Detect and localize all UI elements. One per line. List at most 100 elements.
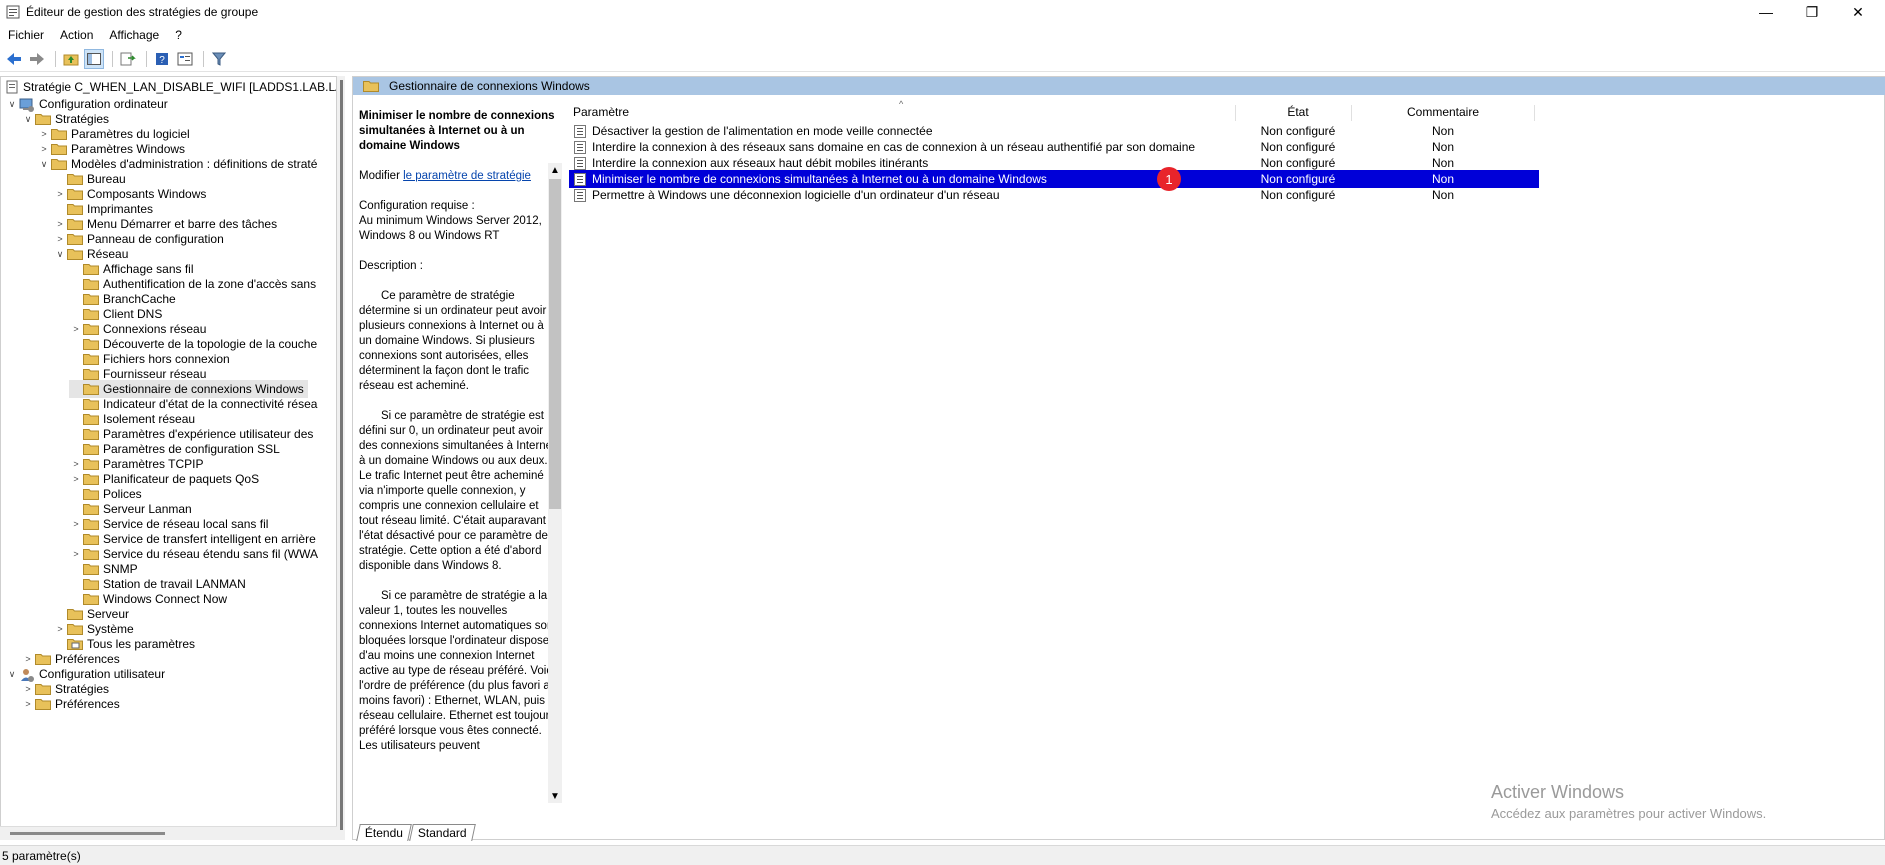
folder-icon xyxy=(51,128,67,140)
tree-item-label: Service de réseau local sans fil xyxy=(103,517,269,531)
policy-state: Non configuré xyxy=(1260,140,1336,154)
chevron-right-icon[interactable]: > xyxy=(37,129,51,139)
tree-item-label: Isolement réseau xyxy=(103,412,196,426)
folder-icon xyxy=(363,80,379,92)
policy-setting-icon xyxy=(574,124,586,138)
chevron-down-icon[interactable]: ▼ xyxy=(548,789,562,803)
up-level-button[interactable] xyxy=(61,49,81,69)
close-button[interactable]: ✕ xyxy=(1835,0,1881,24)
folder-icon xyxy=(83,368,99,380)
chevron-right-icon[interactable]: > xyxy=(69,519,83,529)
column-param[interactable]: Paramètre xyxy=(573,103,629,121)
export-list-button[interactable] xyxy=(118,49,138,69)
chevron-down-icon[interactable]: ∨ xyxy=(5,669,19,680)
maximize-button[interactable]: ❐ xyxy=(1789,0,1835,24)
folder-icon xyxy=(35,653,51,665)
back-button[interactable] xyxy=(4,49,24,69)
folder-icon xyxy=(67,203,83,215)
tree-item-label: Bureau xyxy=(87,172,126,186)
folder-icon xyxy=(67,608,83,620)
description-p1: Ce paramètre de stratégie détermine si u… xyxy=(359,290,547,392)
chevron-down-icon[interactable]: ∨ xyxy=(37,159,51,170)
tab-standard[interactable]: Standard xyxy=(409,824,476,841)
policy-state: Non configuré xyxy=(1260,156,1336,170)
chevron-right-icon[interactable]: > xyxy=(37,144,51,154)
tree-root-label: Stratégie C_WHEN_LAN_DISABLE_WIFI [LADDS… xyxy=(23,80,337,94)
menu-affichage[interactable]: Affichage xyxy=(101,28,167,42)
column-state[interactable]: État xyxy=(1249,103,1347,121)
tree-root[interactable]: Stratégie C_WHEN_LAN_DISABLE_WIFI [LADDS… xyxy=(5,78,337,96)
tree-item-label: Polices xyxy=(103,487,142,501)
chevron-right-icon[interactable]: > xyxy=(69,549,83,559)
chevron-right-icon[interactable]: > xyxy=(53,219,67,229)
chevron-up-icon[interactable]: ▲ xyxy=(548,163,562,177)
tab-etendu[interactable]: Étendu xyxy=(356,824,412,841)
edit-policy-link[interactable]: le paramètre de stratégie xyxy=(403,170,531,182)
computer-icon xyxy=(19,98,35,112)
column-divider[interactable] xyxy=(1351,105,1352,121)
chevron-down-icon[interactable]: ∨ xyxy=(53,249,67,260)
chevron-down-icon[interactable]: ∨ xyxy=(21,114,35,125)
tree-item-label: Station de travail LANMAN xyxy=(103,577,246,591)
description-scrollbar[interactable]: ▲ ▼ xyxy=(548,163,562,803)
chevron-right-icon[interactable]: > xyxy=(53,189,67,199)
details-pane: Gestionnaire de connexions Windows Minim… xyxy=(352,76,1885,841)
chevron-down-icon[interactable]: ∨ xyxy=(5,99,19,110)
chevron-right-icon[interactable]: > xyxy=(21,699,35,709)
minimize-button[interactable]: — xyxy=(1743,0,1789,24)
requirements: Configuration requise : Au minimum Window… xyxy=(359,199,559,244)
tree-horizontal-scrollbar[interactable] xyxy=(0,826,337,840)
help-button[interactable]: ? xyxy=(152,49,172,69)
column-divider[interactable] xyxy=(1534,105,1535,121)
scroll-thumb[interactable] xyxy=(340,80,343,830)
scroll-thumb[interactable] xyxy=(549,179,561,509)
folder-icon xyxy=(83,413,99,425)
sort-caret-icon: ^ xyxy=(899,99,904,109)
folder-icon xyxy=(35,698,51,710)
tab-standard-label: Standard xyxy=(417,826,467,840)
tree-item-label: Configuration utilisateur xyxy=(39,667,166,681)
menu-bar: Fichier Action Affichage ? xyxy=(0,24,1885,45)
show-hide-tree-button[interactable] xyxy=(84,48,104,69)
chevron-right-icon[interactable]: > xyxy=(53,624,67,634)
policy-comment: Non xyxy=(1431,124,1454,138)
chevron-right-icon[interactable]: > xyxy=(21,654,35,664)
properties-icon xyxy=(177,52,193,65)
chevron-right-icon[interactable]: > xyxy=(69,324,83,334)
tree-item-label: Paramètres Windows xyxy=(71,142,186,156)
properties-button[interactable] xyxy=(175,49,195,69)
toolbar-separator xyxy=(146,50,147,67)
activation-watermark: Activer Windows Accédez aux paramètres p… xyxy=(1491,782,1766,821)
policy-row[interactable]: Permettre à Windows une déconnexion logi… xyxy=(569,186,1885,204)
tree-item-label: Authentification de la zone d'accès sans xyxy=(103,277,317,291)
tree-item[interactable]: > Préférences xyxy=(21,695,119,713)
folder-icon xyxy=(83,428,99,440)
folder-icon xyxy=(83,353,99,365)
chevron-right-icon[interactable]: > xyxy=(21,684,35,694)
chevron-right-icon[interactable]: > xyxy=(53,234,67,244)
chevron-right-icon[interactable]: > xyxy=(69,459,83,469)
tree-vertical-scrollbar[interactable] xyxy=(337,76,345,840)
policy-setting-icon xyxy=(574,156,586,170)
policy-comment: Non xyxy=(1431,172,1454,186)
tree-item-label: Client DNS xyxy=(103,307,163,321)
modify-line: Modifier le paramètre de stratégie xyxy=(359,169,559,184)
toolbar-separator xyxy=(55,50,56,67)
close-icon: ✕ xyxy=(1852,3,1864,20)
chevron-right-icon[interactable]: > xyxy=(69,474,83,484)
policy-setting-icon xyxy=(574,188,586,202)
tree-item-label: Affichage sans fil xyxy=(103,262,194,276)
column-divider[interactable] xyxy=(1235,105,1236,121)
toolbar: ? xyxy=(0,46,1885,72)
menu-help[interactable]: ? xyxy=(167,28,190,42)
export-icon xyxy=(120,52,136,65)
folder-icon xyxy=(83,443,99,455)
scroll-thumb[interactable] xyxy=(10,832,165,835)
console-tree-icon xyxy=(87,52,101,65)
folder-icon xyxy=(35,683,51,695)
menu-fichier[interactable]: Fichier xyxy=(0,28,52,42)
forward-button[interactable] xyxy=(27,49,47,69)
column-comment[interactable]: Commentaire xyxy=(1355,103,1531,121)
menu-action[interactable]: Action xyxy=(52,28,101,42)
filter-button[interactable] xyxy=(209,49,229,69)
